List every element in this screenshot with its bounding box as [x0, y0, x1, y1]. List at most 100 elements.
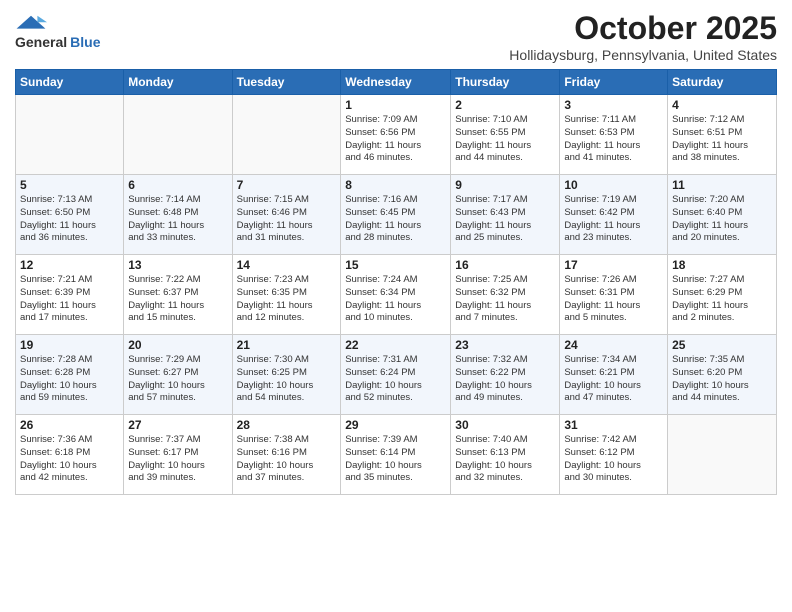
day-info: Sunrise: 7:37 AM Sunset: 6:17 PM Dayligh… [128, 434, 227, 485]
weekday-header: Wednesday [341, 70, 451, 95]
calendar-cell: 31 Sunrise: 7:42 AM Sunset: 6:12 PM Dayli… [560, 415, 668, 495]
calendar-cell: 26 Sunrise: 7:36 AM Sunset: 6:18 PM Dayli… [16, 415, 124, 495]
calendar-header-row: SundayMondayTuesdayWednesdayThursdayFrid… [16, 70, 777, 95]
calendar-cell [124, 95, 232, 175]
day-number: 11 [672, 178, 772, 192]
day-info: Sunrise: 7:20 AM Sunset: 6:40 PM Dayligh… [672, 194, 772, 245]
day-number: 10 [564, 178, 663, 192]
day-number: 25 [672, 338, 772, 352]
day-info: Sunrise: 7:35 AM Sunset: 6:20 PM Dayligh… [672, 354, 772, 405]
day-number: 23 [455, 338, 555, 352]
calendar-week-row: 5 Sunrise: 7:13 AM Sunset: 6:50 PM Daylig… [16, 175, 777, 255]
calendar-cell: 12 Sunrise: 7:21 AM Sunset: 6:39 PM Dayli… [16, 255, 124, 335]
day-number: 18 [672, 258, 772, 272]
day-info: Sunrise: 7:13 AM Sunset: 6:50 PM Dayligh… [20, 194, 119, 245]
day-number: 20 [128, 338, 227, 352]
calendar-cell: 29Sunrise: 7:39 AM Sunset: 6:14 PM Dayli… [341, 415, 451, 495]
calendar-cell: 17 Sunrise: 7:26 AM Sunset: 6:31 PM Dayli… [560, 255, 668, 335]
day-info: Sunrise: 7:23 AM Sunset: 6:35 PM Dayligh… [237, 274, 337, 325]
day-number: 24 [564, 338, 663, 352]
day-info: Sunrise: 7:38 AM Sunset: 6:16 PM Dayligh… [237, 434, 337, 485]
calendar-cell: 20 Sunrise: 7:29 AM Sunset: 6:27 PM Dayli… [124, 335, 232, 415]
calendar-cell: 16Sunrise: 7:25 AM Sunset: 6:32 PM Dayli… [451, 255, 560, 335]
page-header: General Blue October 2025 Hollidaysburg,… [15, 10, 777, 63]
day-number: 6 [128, 178, 227, 192]
day-info: Sunrise: 7:31 AM Sunset: 6:24 PM Dayligh… [345, 354, 446, 405]
day-info: Sunrise: 7:12 AM Sunset: 6:51 PM Dayligh… [672, 114, 772, 165]
logo-general: General [15, 34, 67, 50]
day-number: 26 [20, 418, 119, 432]
month-title: October 2025 [509, 10, 777, 47]
weekday-header: Tuesday [232, 70, 341, 95]
day-number: 7 [237, 178, 337, 192]
day-info: Sunrise: 7:29 AM Sunset: 6:27 PM Dayligh… [128, 354, 227, 405]
calendar-week-row: 12 Sunrise: 7:21 AM Sunset: 6:39 PM Dayli… [16, 255, 777, 335]
calendar-cell: 15Sunrise: 7:24 AM Sunset: 6:34 PM Dayli… [341, 255, 451, 335]
calendar-cell: 18 Sunrise: 7:27 AM Sunset: 6:29 PM Dayli… [668, 255, 777, 335]
day-number: 22 [345, 338, 446, 352]
calendar-cell: 1Sunrise: 7:09 AM Sunset: 6:56 PM Daylig… [341, 95, 451, 175]
day-info: Sunrise: 7:27 AM Sunset: 6:29 PM Dayligh… [672, 274, 772, 325]
day-number: 21 [237, 338, 337, 352]
day-number: 28 [237, 418, 337, 432]
calendar-cell: 14Sunrise: 7:23 AM Sunset: 6:35 PM Dayli… [232, 255, 341, 335]
day-number: 4 [672, 98, 772, 112]
calendar-cell: 5 Sunrise: 7:13 AM Sunset: 6:50 PM Daylig… [16, 175, 124, 255]
day-number: 13 [128, 258, 227, 272]
day-info: Sunrise: 7:22 AM Sunset: 6:37 PM Dayligh… [128, 274, 227, 325]
calendar-cell: 21Sunrise: 7:30 AM Sunset: 6:25 PM Dayli… [232, 335, 341, 415]
calendar-cell: 22 Sunrise: 7:31 AM Sunset: 6:24 PM Dayli… [341, 335, 451, 415]
calendar-week-row: 26 Sunrise: 7:36 AM Sunset: 6:18 PM Dayli… [16, 415, 777, 495]
calendar-cell: 13 Sunrise: 7:22 AM Sunset: 6:37 PM Dayli… [124, 255, 232, 335]
day-info: Sunrise: 7:42 AM Sunset: 6:12 PM Dayligh… [564, 434, 663, 485]
title-block: October 2025 Hollidaysburg, Pennsylvania… [509, 10, 777, 63]
day-number: 27 [128, 418, 227, 432]
calendar-week-row: 19 Sunrise: 7:28 AM Sunset: 6:28 PM Dayli… [16, 335, 777, 415]
day-info: Sunrise: 7:32 AM Sunset: 6:22 PM Dayligh… [455, 354, 555, 405]
day-number: 19 [20, 338, 119, 352]
calendar-cell: 24 Sunrise: 7:34 AM Sunset: 6:21 PM Dayli… [560, 335, 668, 415]
calendar-cell [16, 95, 124, 175]
calendar-cell: 3Sunrise: 7:11 AM Sunset: 6:53 PM Daylig… [560, 95, 668, 175]
calendar-cell: 25 Sunrise: 7:35 AM Sunset: 6:20 PM Dayli… [668, 335, 777, 415]
calendar-cell: 28 Sunrise: 7:38 AM Sunset: 6:16 PM Dayli… [232, 415, 341, 495]
weekday-header: Monday [124, 70, 232, 95]
day-info: Sunrise: 7:15 AM Sunset: 6:46 PM Dayligh… [237, 194, 337, 245]
logo: General Blue [15, 10, 100, 50]
calendar-cell: 19 Sunrise: 7:28 AM Sunset: 6:28 PM Dayli… [16, 335, 124, 415]
day-info: Sunrise: 7:19 AM Sunset: 6:42 PM Dayligh… [564, 194, 663, 245]
calendar-cell: 7 Sunrise: 7:15 AM Sunset: 6:46 PM Daylig… [232, 175, 341, 255]
day-info: Sunrise: 7:28 AM Sunset: 6:28 PM Dayligh… [20, 354, 119, 405]
calendar-cell: 6 Sunrise: 7:14 AM Sunset: 6:48 PM Daylig… [124, 175, 232, 255]
weekday-header: Thursday [451, 70, 560, 95]
day-number: 12 [20, 258, 119, 272]
day-info: Sunrise: 7:34 AM Sunset: 6:21 PM Dayligh… [564, 354, 663, 405]
calendar-cell: 11 Sunrise: 7:20 AM Sunset: 6:40 PM Dayli… [668, 175, 777, 255]
day-number: 3 [564, 98, 663, 112]
weekday-header: Sunday [16, 70, 124, 95]
calendar-cell [668, 415, 777, 495]
location: Hollidaysburg, Pennsylvania, United Stat… [509, 47, 777, 63]
weekday-header: Saturday [668, 70, 777, 95]
day-info: Sunrise: 7:17 AM Sunset: 6:43 PM Dayligh… [455, 194, 555, 245]
day-number: 8 [345, 178, 446, 192]
calendar-cell: 2Sunrise: 7:10 AM Sunset: 6:55 PM Daylig… [451, 95, 560, 175]
day-info: Sunrise: 7:21 AM Sunset: 6:39 PM Dayligh… [20, 274, 119, 325]
day-info: Sunrise: 7:36 AM Sunset: 6:18 PM Dayligh… [20, 434, 119, 485]
calendar-cell: 10 Sunrise: 7:19 AM Sunset: 6:42 PM Dayli… [560, 175, 668, 255]
calendar-table: SundayMondayTuesdayWednesdayThursdayFrid… [15, 69, 777, 495]
calendar-cell: 23 Sunrise: 7:32 AM Sunset: 6:22 PM Dayli… [451, 335, 560, 415]
calendar-cell: 8Sunrise: 7:16 AM Sunset: 6:45 PM Daylig… [341, 175, 451, 255]
day-number: 29 [345, 418, 446, 432]
day-info: Sunrise: 7:10 AM Sunset: 6:55 PM Dayligh… [455, 114, 555, 165]
day-number: 9 [455, 178, 555, 192]
logo-blue: Blue [70, 34, 100, 50]
day-number: 30 [455, 418, 555, 432]
day-info: Sunrise: 7:14 AM Sunset: 6:48 PM Dayligh… [128, 194, 227, 245]
day-info: Sunrise: 7:09 AM Sunset: 6:56 PM Dayligh… [345, 114, 446, 165]
calendar-week-row: 1Sunrise: 7:09 AM Sunset: 6:56 PM Daylig… [16, 95, 777, 175]
day-info: Sunrise: 7:26 AM Sunset: 6:31 PM Dayligh… [564, 274, 663, 325]
day-number: 17 [564, 258, 663, 272]
day-number: 31 [564, 418, 663, 432]
day-number: 5 [20, 178, 119, 192]
